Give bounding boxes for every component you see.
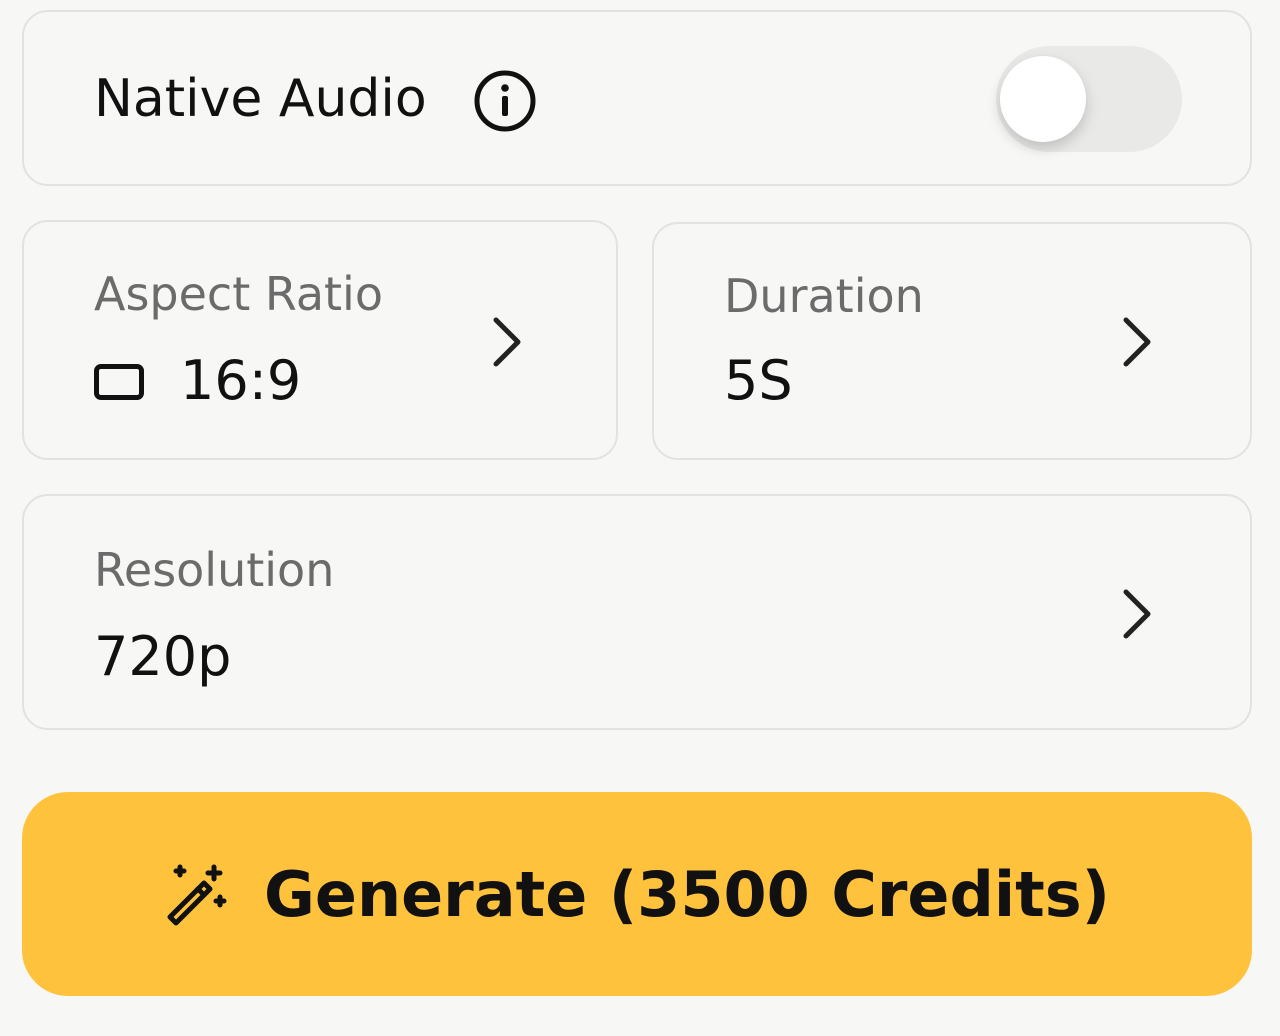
duration-label: Duration <box>724 269 924 323</box>
aspect-ratio-label: Aspect Ratio <box>94 267 383 321</box>
info-icon[interactable] <box>472 68 538 134</box>
aspect-ratio-selector[interactable]: Aspect Ratio 16:9 <box>22 220 618 460</box>
generate-label: Generate (3500 Credits) <box>264 857 1110 931</box>
magic-wand-icon <box>167 864 227 926</box>
resolution-value: 720p <box>94 625 232 688</box>
toggle-knob <box>1000 56 1086 142</box>
chevron-right-icon <box>1123 589 1151 639</box>
duration-selector[interactable]: Duration 5S <box>652 222 1252 460</box>
native-audio-card: Native Audio <box>22 10 1252 186</box>
resolution-label: Resolution <box>94 543 335 597</box>
native-audio-label: Native Audio <box>94 69 427 129</box>
resolution-selector[interactable]: Resolution 720p <box>22 494 1252 730</box>
chevron-right-icon <box>1123 317 1151 367</box>
duration-value: 5S <box>724 349 793 412</box>
chevron-right-icon <box>493 317 521 367</box>
native-audio-toggle[interactable] <box>996 46 1182 152</box>
aspect-ratio-value: 16:9 <box>180 349 302 412</box>
generate-button[interactable]: Generate (3500 Credits) <box>22 792 1252 996</box>
rectangle-ratio-icon <box>94 364 144 400</box>
